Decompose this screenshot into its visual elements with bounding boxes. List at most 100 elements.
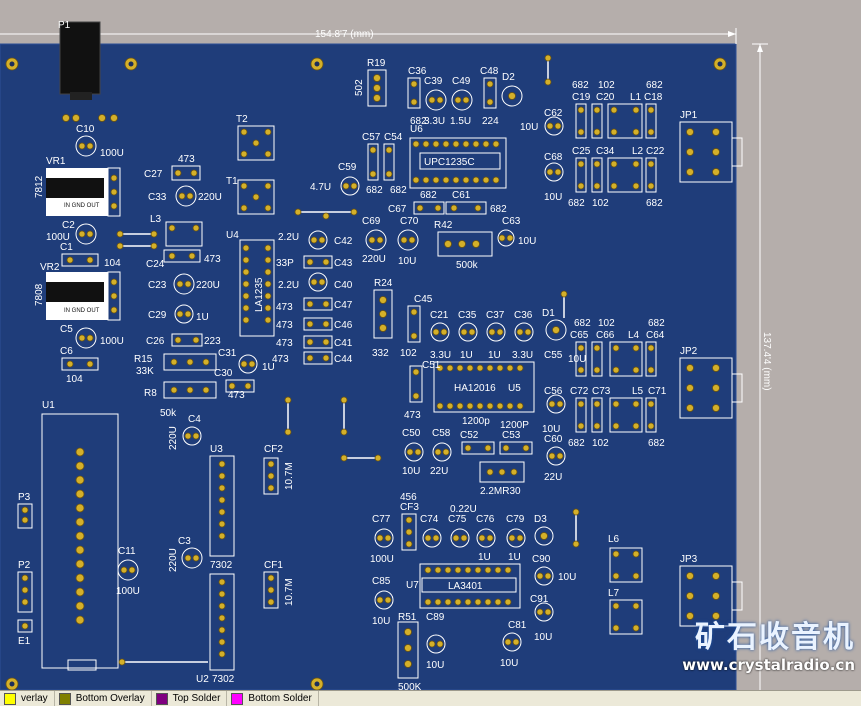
C39-value: 3.3U (424, 116, 445, 127)
U6-label: U6 (410, 124, 423, 135)
VR1-pinout: IN GND OUT (64, 203, 100, 209)
C26-label: C26 (146, 336, 165, 347)
dimension-height-label: 137.4'4 (mm) (761, 332, 772, 391)
E1-label: E1 (18, 636, 31, 647)
C4-value: 220U (168, 426, 179, 450)
C49-value: 1.5U (450, 116, 471, 127)
C37-label: C37 (486, 310, 505, 321)
C11-value: 100U (116, 586, 140, 597)
VR1-value: 7812 (34, 175, 45, 198)
JP3-label: JP3 (680, 554, 698, 565)
C85-capacitor[interactable]: C85 10U (372, 576, 394, 627)
C69-label: C69 (362, 216, 381, 227)
C6-label: C6 (60, 346, 73, 357)
C25-label: C25 (572, 146, 591, 157)
P3-label: P3 (18, 492, 31, 503)
C63-label: C63 (502, 216, 521, 227)
dc-jack-P1[interactable]: P1 (58, 20, 101, 100)
layer-swatch (231, 692, 244, 705)
watermark: 矿石收音机 www.crystalradio.cn (682, 612, 855, 674)
C45-label: C45 (414, 294, 433, 305)
C36b-value: 3.3U (512, 350, 533, 361)
CF2-label: CF2 (264, 444, 283, 455)
C76-value: 1U (478, 552, 491, 563)
L6-label: L6 (608, 534, 620, 545)
layer-tab-label: Bottom Solder (248, 693, 312, 704)
C2-label: C2 (62, 220, 75, 231)
C20-label: C20 (596, 92, 615, 103)
C5-value: 100U (100, 336, 124, 347)
C29-value: 1U (196, 312, 209, 323)
C44-label: C44 (334, 354, 353, 365)
layer-tab-label: Bottom Overlay (75, 693, 145, 704)
U4-label: U4 (226, 230, 239, 241)
C50-capacitor[interactable]: C50 10U (402, 428, 424, 477)
L7-label: L7 (608, 588, 620, 599)
C66-value: 102 (598, 318, 615, 329)
C57-value: 682 (366, 185, 383, 196)
C61-value: 682 (490, 204, 507, 215)
T2-label: T2 (236, 114, 248, 125)
pcb-canvas[interactable]: 154.8'7 (mm) 137.4'4 (mm) P1 R19 502 C36… (0, 0, 861, 690)
C67-label: C67 (388, 204, 407, 215)
layer-tab-bottom-overlay[interactable]: Bottom Overlay (55, 691, 152, 706)
C22-value: 682 (646, 198, 663, 209)
C22-label: C22 (646, 146, 665, 157)
C11-label: C11 (118, 546, 136, 557)
C66-label: C66 (596, 330, 615, 341)
C3-label: C3 (178, 536, 191, 547)
C59-value: 4.7U (310, 182, 331, 193)
R8-value: 50k (160, 408, 177, 419)
C75-label: C75 (448, 514, 467, 525)
C36b-label: C36 (514, 310, 533, 321)
C4-label: C4 (188, 414, 201, 425)
C62-label: C62 (544, 108, 563, 119)
C71-label: C71 (648, 386, 667, 397)
L3-label: L3 (150, 214, 162, 225)
C79-label: C79 (506, 514, 525, 525)
C40-value: 2.2U (278, 280, 299, 291)
layer-tab-top-solder[interactable]: Top Solder (152, 691, 228, 706)
C26-value: 223 (204, 336, 221, 347)
C62-value: 10U (520, 122, 538, 133)
C58-capacitor[interactable]: C58 22U (430, 428, 452, 477)
C40-label: C40 (334, 280, 353, 291)
C55-value: 10U (568, 354, 586, 365)
C19-value: 682 (572, 80, 589, 91)
dimension-horizontal: 154.8'7 (mm) (0, 28, 737, 44)
crystal-value: 2.2MR30 (480, 486, 521, 497)
layer-swatch (4, 692, 16, 705)
C91-label: C91 (530, 594, 549, 605)
C60-label: C60 (544, 434, 563, 445)
C64-value: 682 (648, 318, 665, 329)
R42-value: 500k (456, 260, 479, 271)
C68-value: 10U (544, 192, 562, 203)
C41-label: C41 (334, 338, 353, 349)
C72-value: 682 (568, 438, 585, 449)
R51-label: R51 (398, 612, 417, 623)
C23-label: C23 (148, 280, 167, 291)
C53-label: C53 (502, 430, 521, 441)
C29-label: C29 (148, 310, 167, 321)
C43-label: C43 (334, 258, 353, 269)
R15-value: 33K (136, 366, 154, 377)
C68-label: C68 (544, 152, 563, 163)
pcb-workspace[interactable]: 154.8'7 (mm) 137.4'4 (mm) P1 R19 502 C36… (0, 0, 861, 690)
CF1-label: CF1 (264, 560, 283, 571)
C90-value: 10U (558, 572, 576, 583)
layer-tab-bottom-solder[interactable]: Bottom Solder (227, 691, 319, 706)
R19-value: 502 (354, 79, 365, 96)
C30-value: 473 (228, 390, 245, 401)
C58-label: C58 (432, 428, 451, 439)
C89-label: C89 (426, 612, 445, 623)
C41-value: 473 (276, 338, 293, 349)
U2-label: U2 (196, 674, 209, 685)
JP2-label: JP2 (680, 346, 698, 357)
D3-label: D3 (534, 514, 547, 525)
C63-value: 10U (518, 236, 536, 247)
VR2-value: 7808 (34, 283, 45, 306)
C51-value: 473 (404, 410, 421, 421)
C35-label: C35 (458, 310, 477, 321)
layer-tab-top-overlay[interactable]: verlay (0, 691, 55, 706)
U5-value: HA12016 (454, 383, 496, 394)
